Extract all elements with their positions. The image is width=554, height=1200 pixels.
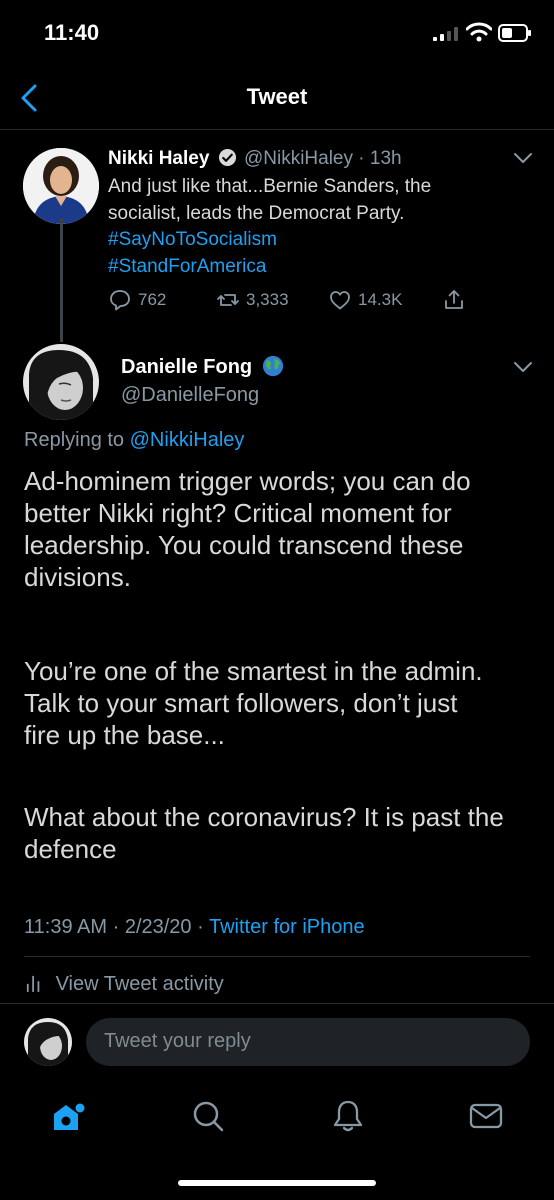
tweet-paragraph: Ad-hominem trigger words; you can do bet… bbox=[24, 466, 471, 592]
verified-badge-icon bbox=[218, 148, 236, 167]
parent-author-name[interactable]: Nikki Haley bbox=[108, 148, 209, 169]
like-count: 14.3K bbox=[358, 290, 403, 309]
battery-icon bbox=[498, 24, 531, 42]
share-button[interactable] bbox=[442, 287, 466, 313]
avatar-portrait-icon bbox=[23, 344, 99, 420]
tweet-paragraph: What about the coronavirus? It is past t… bbox=[24, 802, 504, 864]
main-author-handle[interactable]: @DanielleFong bbox=[121, 383, 259, 407]
status-bar: 11:40 bbox=[0, 0, 554, 64]
tweet-source-link[interactable]: Twitter for iPhone bbox=[209, 916, 365, 938]
activity-bars-icon bbox=[26, 975, 40, 992]
tweet-time[interactable]: 11:39 AM bbox=[24, 916, 107, 938]
avatar-portrait-icon bbox=[23, 148, 99, 224]
reply-count: 762 bbox=[138, 290, 167, 309]
navigation-bar: Tweet bbox=[0, 64, 554, 130]
nikki-haley-avatar[interactable] bbox=[23, 148, 99, 224]
chevron-down-icon[interactable] bbox=[513, 152, 533, 164]
hashtag-link[interactable]: #StandForAmerica bbox=[108, 254, 508, 281]
search-icon[interactable] bbox=[188, 1096, 228, 1136]
divider bbox=[24, 956, 530, 957]
thread-connector-line bbox=[60, 218, 63, 342]
replying-to-label: Replying to bbox=[24, 429, 125, 451]
meta-separator: · bbox=[112, 916, 120, 938]
chevron-down-icon[interactable] bbox=[513, 361, 533, 373]
divider bbox=[0, 1003, 554, 1004]
bottom-tab-bar bbox=[0, 1082, 554, 1148]
retweet-count: 3,333 bbox=[246, 290, 289, 309]
like-button[interactable]: 14.3K bbox=[328, 287, 402, 313]
parent-author-handle[interactable]: @NikkiHaley bbox=[244, 148, 353, 169]
avatar-portrait-icon bbox=[24, 1018, 72, 1066]
wifi-icon bbox=[466, 22, 492, 42]
tweet-meta: 11:39 AM · 2/23/20 · Twitter for iPhone bbox=[24, 915, 365, 939]
parent-separator: · bbox=[358, 148, 365, 169]
status-time: 11:40 bbox=[44, 20, 100, 45]
parent-tweet-header: Nikki Haley @NikkiHaley · 13h bbox=[108, 148, 402, 170]
tweet-reply-input[interactable]: Tweet your reply bbox=[86, 1018, 530, 1066]
view-tweet-activity-button[interactable]: View Tweet activity bbox=[26, 972, 224, 996]
danielle-fong-avatar[interactable] bbox=[23, 344, 99, 420]
replying-to: Replying to @NikkiHaley bbox=[24, 428, 244, 452]
replying-to-handle-link[interactable]: @NikkiHaley bbox=[130, 429, 245, 451]
main-author-line: Danielle Fong bbox=[121, 355, 284, 379]
parent-age: 13h bbox=[369, 148, 402, 169]
tweet-date[interactable]: 2/23/20 bbox=[125, 916, 192, 938]
view-tweet-activity-label: View Tweet activity bbox=[55, 973, 224, 995]
cellular-signal-icon bbox=[433, 27, 458, 41]
retweet-icon bbox=[217, 294, 239, 306]
parent-tweet-body: And just like that...Bernie Sanders, the… bbox=[108, 176, 432, 224]
meta-separator: · bbox=[197, 916, 204, 938]
main-author-name[interactable]: Danielle Fong bbox=[121, 356, 252, 378]
retweet-button[interactable]: 3,333 bbox=[216, 287, 289, 313]
reply-button[interactable]: 762 bbox=[108, 287, 166, 313]
globe-emoji bbox=[262, 355, 283, 377]
page-title: Tweet bbox=[246, 84, 308, 109]
current-user-avatar[interactable] bbox=[24, 1018, 72, 1066]
notifications-icon[interactable] bbox=[328, 1096, 368, 1136]
parent-tweet-text: And just like that...Bernie Sanders, the… bbox=[108, 174, 508, 280]
like-icon bbox=[330, 291, 350, 310]
home-icon[interactable] bbox=[48, 1096, 88, 1136]
share-icon bbox=[445, 290, 463, 309]
tweet-paragraph: You’re one of the smartest in the admin.… bbox=[24, 656, 483, 750]
reply-icon bbox=[110, 290, 130, 311]
hashtag-link[interactable]: #SayNoToSocialism bbox=[108, 227, 508, 254]
home-indicator[interactable] bbox=[178, 1180, 376, 1186]
messages-icon[interactable] bbox=[466, 1096, 506, 1136]
